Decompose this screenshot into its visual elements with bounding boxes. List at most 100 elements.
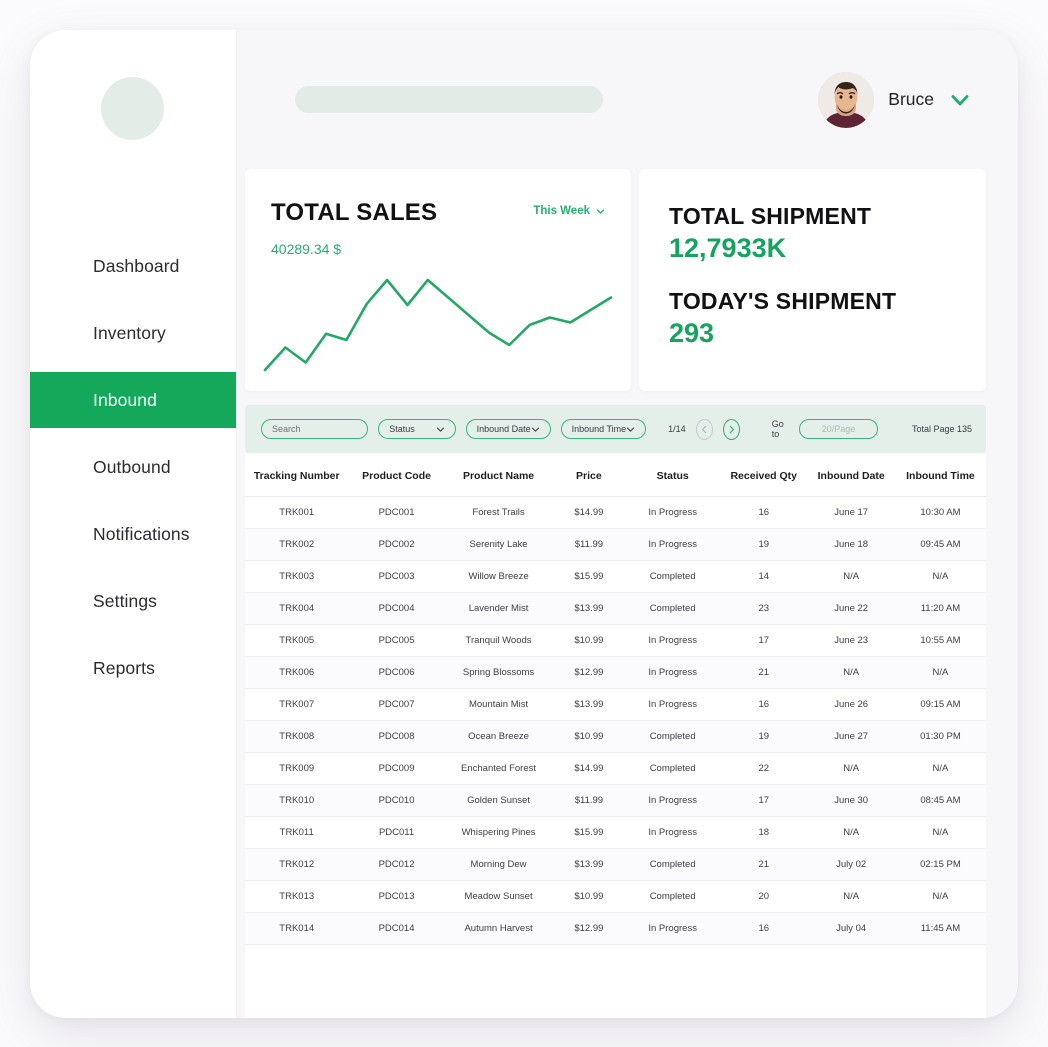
cell-price: $10.99 — [552, 880, 626, 913]
cell-product-code: PDC011 — [348, 816, 445, 849]
cell-status: Completed — [625, 720, 721, 753]
table-row[interactable]: TRK012 PDC012 Morning Dew $13.99 Completed 21… — [245, 848, 986, 881]
shipment-card: TOTAL SHIPMENT 12,7933K TODAY'S SHIPMENT… — [639, 169, 986, 391]
cell-inbound-time: 10:55 AM — [894, 624, 986, 657]
prev-page-button[interactable] — [695, 418, 713, 440]
sidebar-item-inbound[interactable]: Inbound — [30, 372, 236, 428]
column-header-tracking-number[interactable]: Tracking Number — [245, 453, 349, 497]
inbound-date-filter-dropdown[interactable]: Inbound Date — [465, 419, 551, 439]
chevron-down-icon — [531, 427, 539, 432]
cell-product-name: Spring Blossoms — [444, 656, 553, 689]
table-row[interactable]: TRK013 PDC013 Meadow Sunset $10.99 Completed… — [245, 880, 986, 913]
cell-inbound-time: 11:20 AM — [894, 592, 986, 625]
cell-product-code: PDC006 — [348, 656, 445, 689]
chevron-down-icon — [627, 427, 635, 432]
cell-received-qty: 17 — [720, 624, 808, 657]
table-row[interactable]: TRK004 PDC004 Lavender Mist $13.99 Completed… — [245, 592, 986, 625]
cell-product-code: PDC007 — [348, 688, 445, 721]
sidebar-nav: Dashboard Inventory Inbound Outbound Not… — [30, 238, 236, 707]
table-row[interactable]: TRK014 PDC014 Autumn Harvest $12.99 In Progr… — [245, 912, 986, 945]
sales-card-header: TOTAL SALES This Week — [271, 201, 605, 225]
cell-tracking-number: TRK005 — [245, 624, 349, 657]
table-row[interactable]: TRK006 PDC006 Spring Blossoms $12.99 In Prog… — [245, 656, 986, 689]
cell-product-name: Enchanted Forest — [444, 752, 553, 785]
cell-price: $10.99 — [552, 624, 626, 657]
search-input[interactable]: Search — [261, 419, 369, 439]
column-header-product-code[interactable]: Product Code — [348, 453, 445, 497]
cell-inbound-time: N/A — [894, 560, 986, 593]
cell-product-code: PDC004 — [348, 592, 445, 625]
table-row[interactable]: TRK009 PDC009 Enchanted Forest $14.99 Comple… — [245, 752, 986, 785]
table-toolbar: Search Status Inbound Date Inbound Time — [245, 405, 986, 453]
goto-page-input[interactable]: 20/Page — [799, 419, 878, 439]
cell-received-qty: 19 — [720, 528, 808, 561]
table-row[interactable]: TRK001 PDC001 Forest Trails $14.99 In Progre… — [245, 496, 986, 529]
table-row[interactable]: TRK010 PDC010 Golden Sunset $11.99 In Progre… — [245, 784, 986, 817]
cell-product-name: Lavender Mist — [444, 592, 553, 625]
cell-inbound-date: June 17 — [807, 496, 895, 529]
cell-status: In Progress — [625, 496, 721, 529]
sidebar-item-inventory[interactable]: Inventory — [30, 305, 236, 361]
sales-sparkline-chart — [263, 278, 613, 372]
cell-price: $13.99 — [552, 592, 626, 625]
sidebar-item-label: Notifications — [93, 523, 190, 544]
user-name-label: Bruce — [888, 89, 934, 109]
cell-status: Completed — [625, 560, 721, 593]
sales-range-dropdown[interactable]: This Week — [533, 205, 605, 217]
column-header-received-qty[interactable]: Received Qty — [720, 453, 808, 497]
cell-price: $10.99 — [552, 720, 626, 753]
chevron-down-icon[interactable] — [948, 88, 972, 112]
column-header-inbound-date[interactable]: Inbound Date — [807, 453, 895, 497]
sidebar-item-dashboard[interactable]: Dashboard — [30, 238, 236, 294]
column-header-inbound-time[interactable]: Inbound Time — [894, 453, 986, 497]
total-shipment-value: 12,7933K — [669, 233, 787, 264]
next-page-button[interactable] — [722, 418, 740, 440]
sidebar-item-settings[interactable]: Settings — [30, 573, 236, 629]
cell-inbound-date: N/A — [807, 816, 895, 849]
table-row[interactable]: TRK005 PDC005 Tranquil Woods $10.99 In Progr… — [245, 624, 986, 657]
status-filter-dropdown[interactable]: Status — [378, 419, 456, 439]
cell-status: In Progress — [625, 624, 721, 657]
top-header: Bruce — [237, 30, 1018, 169]
cell-product-code: PDC013 — [348, 880, 445, 913]
sidebar-item-label: Inbound — [93, 389, 157, 410]
cell-status: In Progress — [625, 688, 721, 721]
cell-tracking-number: TRK011 — [245, 816, 349, 849]
column-header-price[interactable]: Price — [552, 453, 626, 497]
sidebar-item-reports[interactable]: Reports — [30, 640, 236, 696]
user-menu[interactable]: Bruce — [818, 71, 972, 128]
cell-tracking-number: TRK002 — [245, 528, 349, 561]
table-row[interactable]: TRK003 PDC003 Willow Breeze $15.99 Completed… — [245, 560, 986, 593]
total-sales-title: TOTAL SALES — [271, 199, 438, 226]
cell-inbound-time: 09:15 AM — [894, 688, 986, 721]
column-header-product-name[interactable]: Product Name — [444, 453, 553, 497]
cell-tracking-number: TRK014 — [245, 912, 349, 945]
cell-inbound-date: July 02 — [807, 848, 895, 881]
cell-received-qty: 21 — [720, 848, 808, 881]
cell-product-code: PDC003 — [348, 560, 445, 593]
inbound-date-filter-label: Inbound Date — [476, 424, 531, 434]
sidebar-item-label: Reports — [93, 657, 155, 678]
sidebar-item-notifications[interactable]: Notifications — [30, 506, 236, 562]
table-row[interactable]: TRK007 PDC007 Mountain Mist $13.99 In Progre… — [245, 688, 986, 721]
sidebar-item-outbound[interactable]: Outbound — [30, 439, 236, 495]
cell-status: In Progress — [625, 784, 721, 817]
table-row[interactable]: TRK011 PDC011 Whispering Pines $15.99 In Pro… — [245, 816, 986, 849]
sidebar-item-label: Inventory — [93, 322, 166, 343]
inbound-time-filter-dropdown[interactable]: Inbound Time — [560, 419, 647, 439]
table-row[interactable]: TRK002 PDC002 Serenity Lake $11.99 In Progre… — [245, 528, 986, 561]
cell-inbound-time: 10:30 AM — [894, 496, 986, 529]
column-header-status[interactable]: Status — [625, 453, 721, 497]
global-search-input[interactable] — [295, 86, 603, 113]
screenshot-root: Dashboard Inventory Inbound Outbound Not… — [0, 0, 1048, 1047]
cell-product-name: Meadow Sunset — [444, 880, 553, 913]
total-pages-label: Total Page 135 — [911, 424, 972, 434]
search-placeholder: Search — [272, 424, 301, 434]
app-window: Dashboard Inventory Inbound Outbound Not… — [30, 30, 1018, 1018]
cell-price: $11.99 — [552, 528, 626, 561]
cell-product-name: Autumn Harvest — [444, 912, 553, 945]
cell-tracking-number: TRK010 — [245, 784, 349, 817]
cell-received-qty: 16 — [720, 912, 808, 945]
chevron-down-icon — [596, 208, 605, 214]
table-row[interactable]: TRK008 PDC008 Ocean Breeze $10.99 Completed 1… — [245, 720, 986, 753]
